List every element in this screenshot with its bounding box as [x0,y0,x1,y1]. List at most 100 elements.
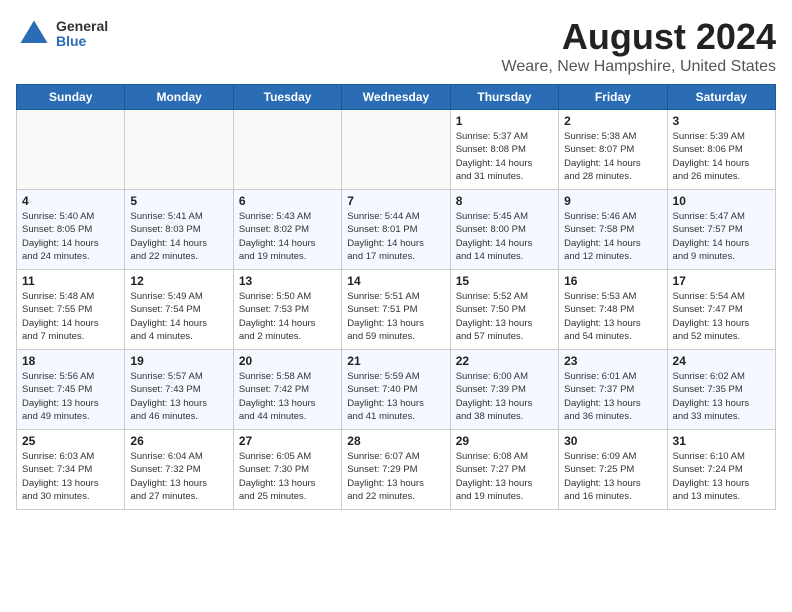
logo-general-text: General [56,19,108,34]
calendar-table: SundayMondayTuesdayWednesdayThursdayFrid… [16,84,776,510]
day-number: 28 [347,434,444,448]
weekday-header: Sunday [17,85,125,110]
calendar-cell: 12Sunrise: 5:49 AMSunset: 7:54 PMDayligh… [125,270,233,350]
calendar-cell: 31 Sunrise: 6:10 AMSunset: 7:24 PMDayligh… [667,430,775,510]
calendar-cell: 28 Sunrise: 6:07 AMSunset: 7:29 PMDayligh… [342,430,450,510]
day-number: 22 [456,354,553,368]
calendar-week-row: 18Sunrise: 5:56 AMSunset: 7:45 PMDayligh… [17,350,776,430]
day-number: 13 [239,274,336,288]
day-info: Sunrise: 5:41 AMSunset: 8:03 PMDaylight:… [130,210,227,263]
calendar-cell: 3Sunrise: 5:39 AMSunset: 8:06 PMDaylight… [667,110,775,190]
day-info: Sunrise: 5:49 AMSunset: 7:54 PMDaylight:… [130,290,227,343]
calendar-cell: 10 Sunrise: 5:47 AMSunset: 7:57 PMDayligh… [667,190,775,270]
day-info: Sunrise: 5:51 AMSunset: 7:51 PMDaylight:… [347,290,444,343]
day-info: Sunrise: 6:07 AMSunset: 7:29 PMDaylight:… [347,450,444,503]
day-number: 5 [130,194,227,208]
day-info: Sunrise: 5:58 AMSunset: 7:42 PMDaylight:… [239,370,336,423]
calendar-cell: 11 Sunrise: 5:48 AMSunset: 7:55 PMDayligh… [17,270,125,350]
calendar-cell: 2 Sunrise: 5:38 AMSunset: 8:07 PMDaylight… [559,110,667,190]
calendar-cell: 25 Sunrise: 6:03 AMSunset: 7:34 PMDayligh… [17,430,125,510]
day-number: 16 [564,274,661,288]
day-info: Sunrise: 6:02 AMSunset: 7:35 PMDaylight:… [673,370,770,423]
day-number: 1 [456,114,553,128]
calendar-cell: 14 Sunrise: 5:51 AMSunset: 7:51 PMDayligh… [342,270,450,350]
calendar-body: 1 Sunrise: 5:37 AMSunset: 8:08 PMDaylight… [17,110,776,510]
calendar-week-row: 1 Sunrise: 5:37 AMSunset: 8:08 PMDaylight… [17,110,776,190]
day-number: 10 [673,194,770,208]
logo-blue-text: Blue [56,34,108,49]
day-info: Sunrise: 5:39 AMSunset: 8:06 PMDaylight:… [673,130,770,183]
calendar-cell: 1 Sunrise: 5:37 AMSunset: 8:08 PMDaylight… [450,110,558,190]
day-info: Sunrise: 5:48 AMSunset: 7:55 PMDaylight:… [22,290,119,343]
weekday-header: Saturday [667,85,775,110]
day-number: 9 [564,194,661,208]
calendar-cell [342,110,450,190]
calendar-header-row: SundayMondayTuesdayWednesdayThursdayFrid… [17,85,776,110]
day-info: Sunrise: 6:04 AMSunset: 7:32 PMDaylight:… [130,450,227,503]
calendar-cell: 18Sunrise: 5:56 AMSunset: 7:45 PMDayligh… [17,350,125,430]
calendar-cell: 5 Sunrise: 5:41 AMSunset: 8:03 PMDaylight… [125,190,233,270]
day-info: Sunrise: 5:40 AMSunset: 8:05 PMDaylight:… [22,210,119,263]
day-number: 11 [22,274,119,288]
day-number: 27 [239,434,336,448]
weekday-header: Monday [125,85,233,110]
day-number: 19 [130,354,227,368]
day-number: 23 [564,354,661,368]
calendar-cell: 23Sunrise: 6:01 AMSunset: 7:37 PMDayligh… [559,350,667,430]
calendar-cell: 15 Sunrise: 5:52 AMSunset: 7:50 PMDayligh… [450,270,558,350]
day-info: Sunrise: 5:53 AMSunset: 7:48 PMDaylight:… [564,290,661,343]
day-info: Sunrise: 5:54 AMSunset: 7:47 PMDaylight:… [673,290,770,343]
page-subtitle: Weare, New Hampshire, United States [502,58,776,76]
day-info: Sunrise: 6:09 AMSunset: 7:25 PMDaylight:… [564,450,661,503]
day-number: 4 [22,194,119,208]
page-header: General Blue August 2024 Weare, New Hamp… [16,16,776,76]
day-number: 25 [22,434,119,448]
calendar-cell: 20 Sunrise: 5:58 AMSunset: 7:42 PMDayligh… [233,350,341,430]
calendar-cell: 22Sunrise: 6:00 AMSunset: 7:39 PMDayligh… [450,350,558,430]
day-info: Sunrise: 6:08 AMSunset: 7:27 PMDaylight:… [456,450,553,503]
calendar-cell: 29Sunrise: 6:08 AMSunset: 7:27 PMDayligh… [450,430,558,510]
calendar-cell: 26 Sunrise: 6:04 AMSunset: 7:32 PMDayligh… [125,430,233,510]
day-number: 24 [673,354,770,368]
day-number: 20 [239,354,336,368]
weekday-header: Wednesday [342,85,450,110]
calendar-week-row: 4 Sunrise: 5:40 AMSunset: 8:05 PMDaylight… [17,190,776,270]
day-info: Sunrise: 6:10 AMSunset: 7:24 PMDaylight:… [673,450,770,503]
day-info: Sunrise: 5:43 AMSunset: 8:02 PMDaylight:… [239,210,336,263]
day-number: 15 [456,274,553,288]
day-info: Sunrise: 5:47 AMSunset: 7:57 PMDaylight:… [673,210,770,263]
calendar-cell: 21Sunrise: 5:59 AMSunset: 7:40 PMDayligh… [342,350,450,430]
logo-icon [16,16,52,52]
calendar-cell: 6 Sunrise: 5:43 AMSunset: 8:02 PMDaylight… [233,190,341,270]
day-info: Sunrise: 6:03 AMSunset: 7:34 PMDaylight:… [22,450,119,503]
calendar-cell: 13Sunrise: 5:50 AMSunset: 7:53 PMDayligh… [233,270,341,350]
calendar-cell: 17 Sunrise: 5:54 AMSunset: 7:47 PMDayligh… [667,270,775,350]
page-title: August 2024 [502,16,776,58]
day-info: Sunrise: 5:52 AMSunset: 7:50 PMDaylight:… [456,290,553,343]
day-number: 2 [564,114,661,128]
weekday-header: Tuesday [233,85,341,110]
day-info: Sunrise: 5:38 AMSunset: 8:07 PMDaylight:… [564,130,661,183]
day-number: 30 [564,434,661,448]
day-number: 31 [673,434,770,448]
day-number: 17 [673,274,770,288]
calendar-week-row: 11 Sunrise: 5:48 AMSunset: 7:55 PMDayligh… [17,270,776,350]
day-number: 26 [130,434,227,448]
calendar-cell: 8Sunrise: 5:45 AMSunset: 8:00 PMDaylight… [450,190,558,270]
day-info: Sunrise: 5:56 AMSunset: 7:45 PMDaylight:… [22,370,119,423]
calendar-cell: 24 Sunrise: 6:02 AMSunset: 7:35 PMDayligh… [667,350,775,430]
calendar-cell [233,110,341,190]
calendar-cell [17,110,125,190]
calendar-cell [125,110,233,190]
day-info: Sunrise: 6:05 AMSunset: 7:30 PMDaylight:… [239,450,336,503]
day-info: Sunrise: 5:46 AMSunset: 7:58 PMDaylight:… [564,210,661,263]
day-info: Sunrise: 5:57 AMSunset: 7:43 PMDaylight:… [130,370,227,423]
logo-text: General Blue [56,19,108,50]
day-info: Sunrise: 5:37 AMSunset: 8:08 PMDaylight:… [456,130,553,183]
calendar-cell: 19 Sunrise: 5:57 AMSunset: 7:43 PMDayligh… [125,350,233,430]
day-number: 14 [347,274,444,288]
calendar-cell: 9 Sunrise: 5:46 AMSunset: 7:58 PMDaylight… [559,190,667,270]
day-number: 8 [456,194,553,208]
day-number: 6 [239,194,336,208]
title-block: August 2024 Weare, New Hampshire, United… [502,16,776,76]
